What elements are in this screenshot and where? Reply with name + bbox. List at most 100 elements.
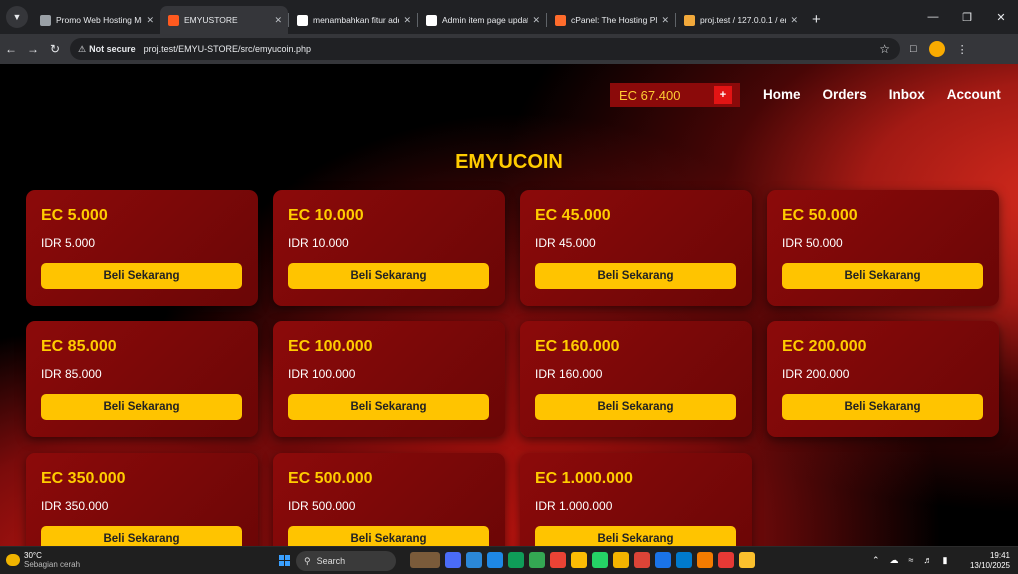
clock[interactable]: 19:41 13/10/2025 — [970, 551, 1010, 571]
buy-now-button[interactable]: Beli Sekarang — [782, 263, 983, 289]
tab-search-icon[interactable]: ▼ — [6, 6, 28, 28]
package-coin-amount: EC 10.000 — [288, 207, 364, 224]
chevron-up-icon[interactable]: ⌃ — [872, 555, 880, 566]
widgets-icon[interactable] — [410, 552, 440, 568]
package-coin-amount: EC 500.000 — [288, 470, 373, 487]
volume-icon[interactable]: ♬ — [924, 555, 933, 566]
buy-now-button[interactable]: Beli Sekarang — [288, 394, 489, 420]
profile-avatar[interactable] — [928, 41, 945, 57]
close-tab-icon[interactable]: ✕ — [661, 15, 669, 26]
nav-inbox[interactable]: Inbox — [889, 87, 925, 102]
tab-title: Admin item page update — [442, 15, 529, 25]
app-icon[interactable] — [466, 552, 482, 568]
coin-package-card: EC 10.000 IDR 10.000 Beli Sekarang — [273, 190, 505, 306]
security-label: Not secure — [89, 44, 136, 54]
forward-icon[interactable]: → — [22, 42, 44, 56]
clock-date: 13/10/2025 — [969, 561, 1010, 570]
restore-icon[interactable]: ❐ — [950, 11, 984, 24]
nav-orders[interactable]: Orders — [823, 87, 867, 102]
browser-tab[interactable]: Admin item page update ✕ — [418, 6, 546, 34]
extensions-icon[interactable]: □ — [910, 43, 917, 55]
weather-widget[interactable]: 30°C Sebagian cerah — [24, 551, 80, 569]
close-tab-icon[interactable]: ✕ — [403, 15, 411, 26]
reload-icon[interactable]: ↻ — [44, 42, 66, 56]
search-icon: ⚲ — [304, 555, 311, 566]
package-price: IDR 100.000 — [288, 367, 356, 381]
browser-tab[interactable]: menambahkan fitur add in ✕ — [289, 6, 417, 34]
browser-tab[interactable]: proj.test / 127.0.0.1 / emyu ✕ — [676, 6, 804, 34]
security-indicator[interactable]: ⚠ Not secure — [78, 44, 136, 55]
battery-icon[interactable]: ▮ — [943, 555, 948, 566]
chrome-icon[interactable] — [634, 552, 650, 568]
app-icon[interactable] — [571, 552, 587, 568]
package-coin-amount: EC 1.000.000 — [535, 470, 633, 487]
wifi-icon[interactable]: ≈ — [909, 555, 914, 566]
github-icon — [297, 14, 308, 26]
weather-icon[interactable] — [6, 554, 20, 566]
topup-plus-button[interactable]: + — [714, 86, 732, 104]
coin-package-card: EC 200.000 IDR 200.000 Beli Sekarang — [767, 321, 999, 437]
buy-now-button[interactable]: Beli Sekarang — [535, 263, 736, 289]
browser-tab[interactable]: Promo Web Hosting Murah ✕ — [32, 6, 160, 34]
file-explorer-icon[interactable] — [613, 552, 629, 568]
url-text[interactable]: proj.test/EMYU-STORE/src/emyucoin.php — [144, 44, 311, 54]
package-coin-amount: EC 50.000 — [782, 207, 858, 224]
minimize-icon[interactable]: — — [916, 11, 950, 23]
buy-now-button[interactable]: Beli Sekarang — [41, 394, 242, 420]
close-tab-icon[interactable]: ✕ — [274, 15, 282, 26]
start-icon[interactable] — [279, 555, 290, 566]
back-icon[interactable]: ← — [0, 42, 22, 56]
package-price: IDR 10.000 — [288, 236, 349, 250]
whatsapp-icon[interactable] — [592, 552, 608, 568]
browser-tab[interactable]: EMYUSTORE ✕ — [160, 6, 288, 34]
address-bar[interactable]: ⚠ Not secure proj.test/EMYU-STORE/src/em… — [70, 38, 900, 60]
browser-toolbar: ← → ↻ ⚠ Not secure proj.test/EMYU-STORE/… — [0, 34, 1018, 64]
app-icon[interactable] — [739, 552, 755, 568]
main-nav: Home Orders Inbox Account — [763, 87, 1018, 102]
app-icon[interactable] — [718, 552, 734, 568]
close-tab-icon[interactable]: ✕ — [790, 15, 798, 26]
nav-account[interactable]: Account — [947, 87, 1001, 102]
cloud-icon[interactable]: ☁ — [890, 555, 899, 566]
weather-text: Sebagian cerah — [24, 560, 81, 569]
buy-now-button[interactable]: Beli Sekarang — [535, 526, 736, 546]
tab-title: cPanel: The Hosting Platfor — [571, 15, 658, 25]
new-tab-button[interactable]: + — [812, 11, 821, 28]
tab-list: Promo Web Hosting Murah✕EMYUSTORE✕menamb… — [32, 0, 804, 34]
browser-tab[interactable]: cPanel: The Hosting Platfor✕ — [547, 6, 675, 34]
app-icon[interactable] — [655, 552, 671, 568]
close-tab-icon[interactable]: ✕ — [532, 15, 540, 26]
package-coin-amount: EC 45.000 — [535, 207, 611, 224]
app-icon[interactable] — [550, 552, 566, 568]
package-price: IDR 500.000 — [288, 499, 356, 513]
nav-home[interactable]: Home — [763, 87, 801, 102]
system-tray: ⌃ ☁ ≈ ♬ ▮ — [872, 555, 947, 566]
browser-menu-icon[interactable]: ⋮ — [957, 43, 968, 56]
app-icon[interactable] — [697, 552, 713, 568]
buy-now-button[interactable]: Beli Sekarang — [288, 526, 489, 546]
pinned-apps — [410, 552, 755, 568]
vscode-icon[interactable] — [676, 552, 692, 568]
app-icon[interactable] — [487, 552, 503, 568]
package-price: IDR 160.000 — [535, 367, 603, 381]
coin-package-card: EC 5.000 IDR 5.000 Beli Sekarang — [26, 190, 258, 306]
package-coin-amount: EC 100.000 — [288, 338, 373, 355]
close-window-icon[interactable]: ✕ — [984, 11, 1018, 24]
coin-package-card: EC 100.000 IDR 100.000 Beli Sekarang — [273, 321, 505, 437]
buy-now-button[interactable]: Beli Sekarang — [41, 263, 242, 289]
bookmark-star-icon[interactable]: ☆ — [879, 42, 890, 56]
buy-now-button[interactable]: Beli Sekarang — [41, 526, 242, 546]
buy-now-button[interactable]: Beli Sekarang — [535, 394, 736, 420]
page-title: EMYUCOIN — [455, 151, 563, 173]
buy-now-button[interactable]: Beli Sekarang — [288, 263, 489, 289]
edge-icon[interactable] — [508, 552, 524, 568]
taskbar-search[interactable]: ⚲ Search — [296, 551, 396, 571]
buy-now-button[interactable]: Beli Sekarang — [782, 394, 983, 420]
phpmyadmin-icon — [684, 14, 695, 26]
app-icon[interactable] — [529, 552, 545, 568]
close-tab-icon[interactable]: ✕ — [146, 15, 154, 26]
clock-time: 19:41 — [989, 551, 1010, 560]
coin-package-card: EC 50.000 IDR 50.000 Beli Sekarang — [767, 190, 999, 306]
coin-package-card: EC 1.000.000 IDR 1.000.000 Beli Sekarang — [520, 453, 752, 546]
task-view-icon[interactable] — [445, 552, 461, 568]
